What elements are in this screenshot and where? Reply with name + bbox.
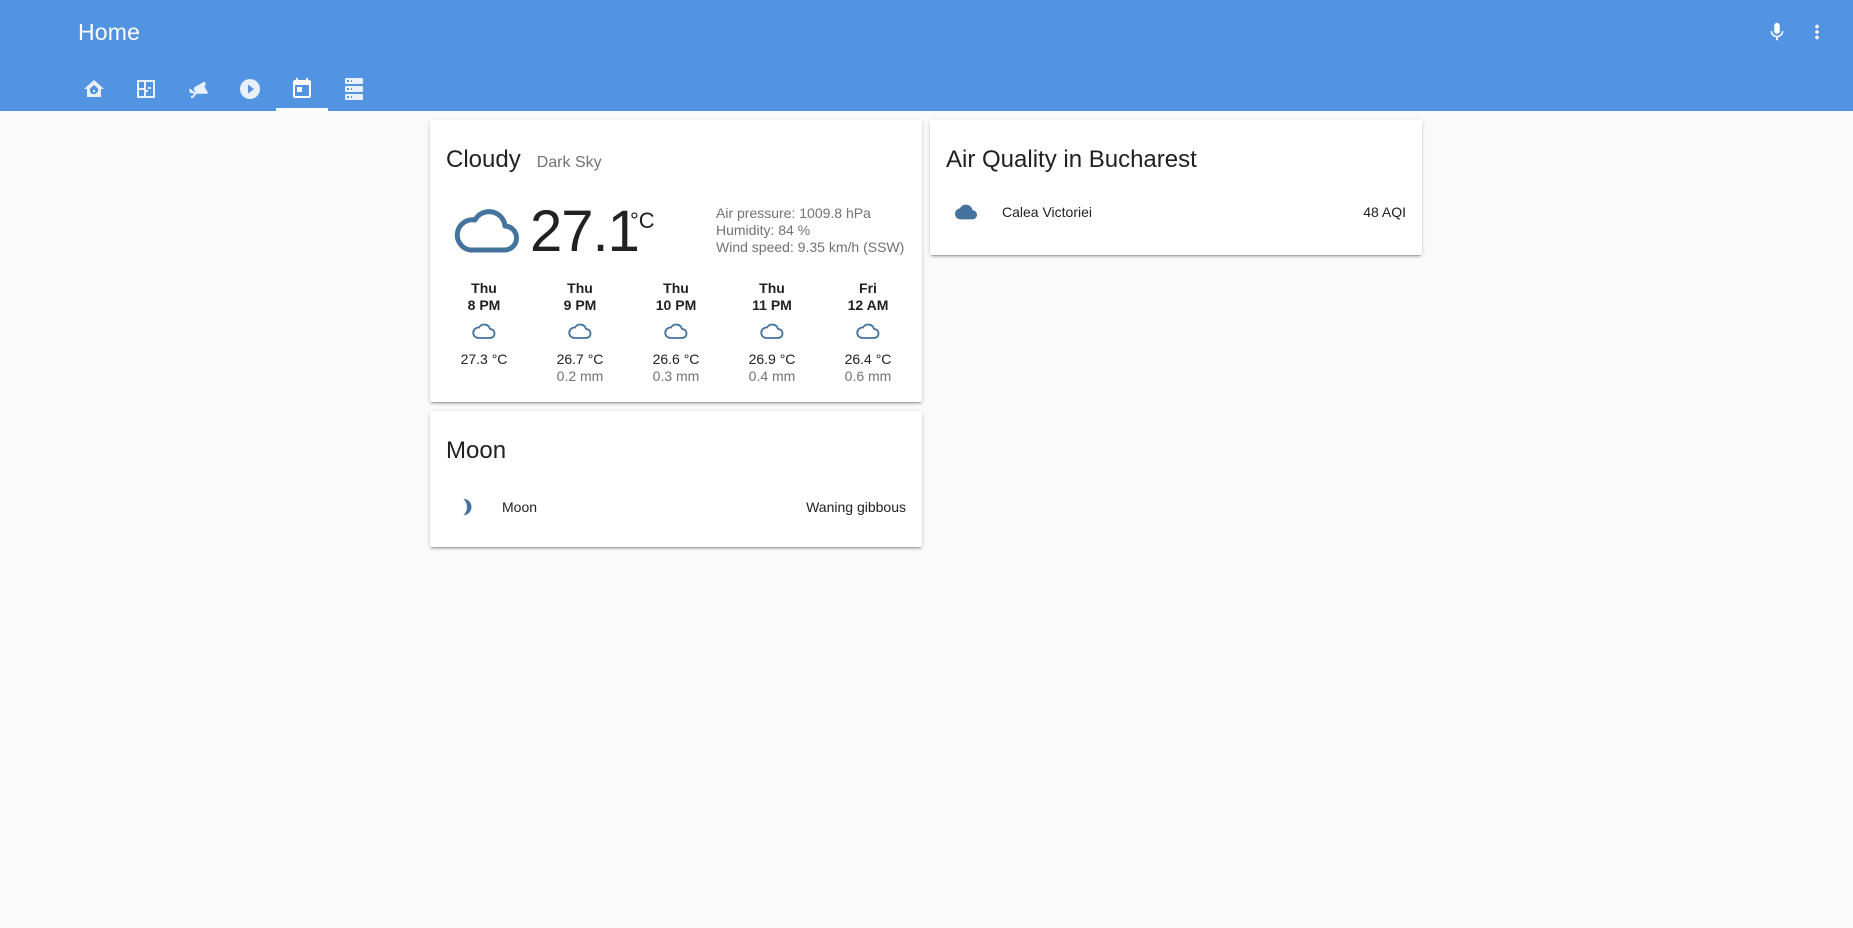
tab-calendar[interactable] xyxy=(276,66,328,111)
weather-card[interactable]: Cloudy Dark Sky 27.1 °C Air pressure: 10… xyxy=(430,120,922,402)
forecast-item: Thu 11 PM 26.9 °C 0.4 mm xyxy=(724,280,820,385)
cloudy-icon xyxy=(856,323,880,339)
calendar-today-icon xyxy=(293,77,311,98)
cloudy-icon xyxy=(664,323,688,339)
forecast-time: 10 PM xyxy=(655,297,697,313)
page-title: Home xyxy=(78,19,141,45)
forecast-item: Thu 10 PM 26.6 °C 0.3 mm xyxy=(628,280,724,385)
cloud-icon xyxy=(946,192,986,232)
app-toolbar: Home xyxy=(0,0,1853,111)
more-vert-icon xyxy=(1815,24,1819,40)
moon-entity-state: Waning gibbous xyxy=(806,499,906,515)
weather-attributes: Air pressure: 1009.8 hPa Humidity: 84 % … xyxy=(716,205,904,256)
microphone-icon xyxy=(1770,22,1784,41)
weather-unit: °C xyxy=(630,208,655,233)
forecast-temp: 26.4 °C xyxy=(844,351,892,367)
moon-waning-gibbous-icon xyxy=(446,487,486,527)
forecast-temp: 26.9 °C xyxy=(748,351,796,367)
weather-temperature: 27.1 xyxy=(530,199,640,264)
moon-card-title: Moon xyxy=(446,437,507,464)
forecast-precipitation: 0.3 mm xyxy=(652,368,700,384)
forecast-list: Thu 8 PM 27.3 °C Thu 9 PM 26.7 °C 0.2 mm… xyxy=(430,280,922,385)
air-pressure: Air pressure: 1009.8 hPa xyxy=(716,205,871,221)
view-tabs xyxy=(68,66,380,111)
weather-source: Dark Sky xyxy=(536,154,602,171)
air-quality-card: Air Quality in Bucharest Calea Victoriei… xyxy=(930,120,1422,255)
cloudy-icon xyxy=(472,323,496,339)
cloudy-icon xyxy=(454,209,519,253)
server-icon xyxy=(345,77,363,100)
forecast-time: 12 AM xyxy=(847,297,889,313)
forecast-precipitation: 0.6 mm xyxy=(844,368,892,384)
forecast-temp: 26.7 °C xyxy=(556,351,604,367)
air-quality-entity-name: Calea Victoriei xyxy=(1002,204,1093,220)
wind-speed: Wind speed: 9.35 km/h (SSW) xyxy=(716,239,905,255)
forecast-precipitation: 0.2 mm xyxy=(556,368,604,384)
tab-cameras[interactable] xyxy=(172,66,224,111)
forecast-temp: 27.3 °C xyxy=(460,351,508,367)
moon-card: Moon Moon Waning gibbous xyxy=(430,411,922,547)
forecast-temp: 26.6 °C xyxy=(652,351,700,367)
moon-entity-name: Moon xyxy=(502,499,538,515)
air-quality-entity-row[interactable]: Calea Victoriei 48 AQI xyxy=(946,192,1406,232)
forecast-item: Fri 12 AM 26.4 °C 0.6 mm xyxy=(820,280,916,385)
tab-home[interactable] xyxy=(68,66,120,111)
tab-media[interactable] xyxy=(224,66,276,111)
microphone-button[interactable] xyxy=(1763,18,1791,46)
moon-entity-row[interactable]: Moon Waning gibbous xyxy=(446,487,906,527)
weather-header: Cloudy Dark Sky xyxy=(446,146,602,174)
forecast-time: 9 PM xyxy=(563,297,597,313)
humidity: Humidity: 84 % xyxy=(716,222,811,238)
forecast-day: Fri xyxy=(859,280,877,296)
home-automation-icon xyxy=(84,79,104,97)
forecast-day: Thu xyxy=(663,280,689,296)
forecast-day: Thu xyxy=(471,280,497,296)
play-circle-icon xyxy=(240,78,260,99)
weather-state: Cloudy xyxy=(446,146,521,173)
forecast-item: Thu 9 PM 26.7 °C 0.2 mm xyxy=(532,280,628,385)
more-options-button[interactable] xyxy=(1803,18,1831,46)
tab-floorplan[interactable] xyxy=(120,66,172,111)
cloudy-icon xyxy=(568,323,592,339)
cloudy-icon xyxy=(760,323,784,339)
air-quality-card-title: Air Quality in Bucharest xyxy=(946,146,1197,173)
cctv-icon xyxy=(189,81,208,98)
tab-servers[interactable] xyxy=(328,66,380,111)
forecast-time: 11 PM xyxy=(752,297,792,313)
forecast-item: Thu 8 PM 27.3 °C xyxy=(436,280,532,385)
forecast-time: 8 PM xyxy=(467,297,501,313)
air-quality-entity-state: 48 AQI xyxy=(1363,204,1406,220)
forecast-day: Thu xyxy=(567,280,593,296)
forecast-day: Thu xyxy=(759,280,785,296)
floor-plan-icon xyxy=(137,79,155,98)
forecast-precipitation: 0.4 mm xyxy=(748,368,796,384)
